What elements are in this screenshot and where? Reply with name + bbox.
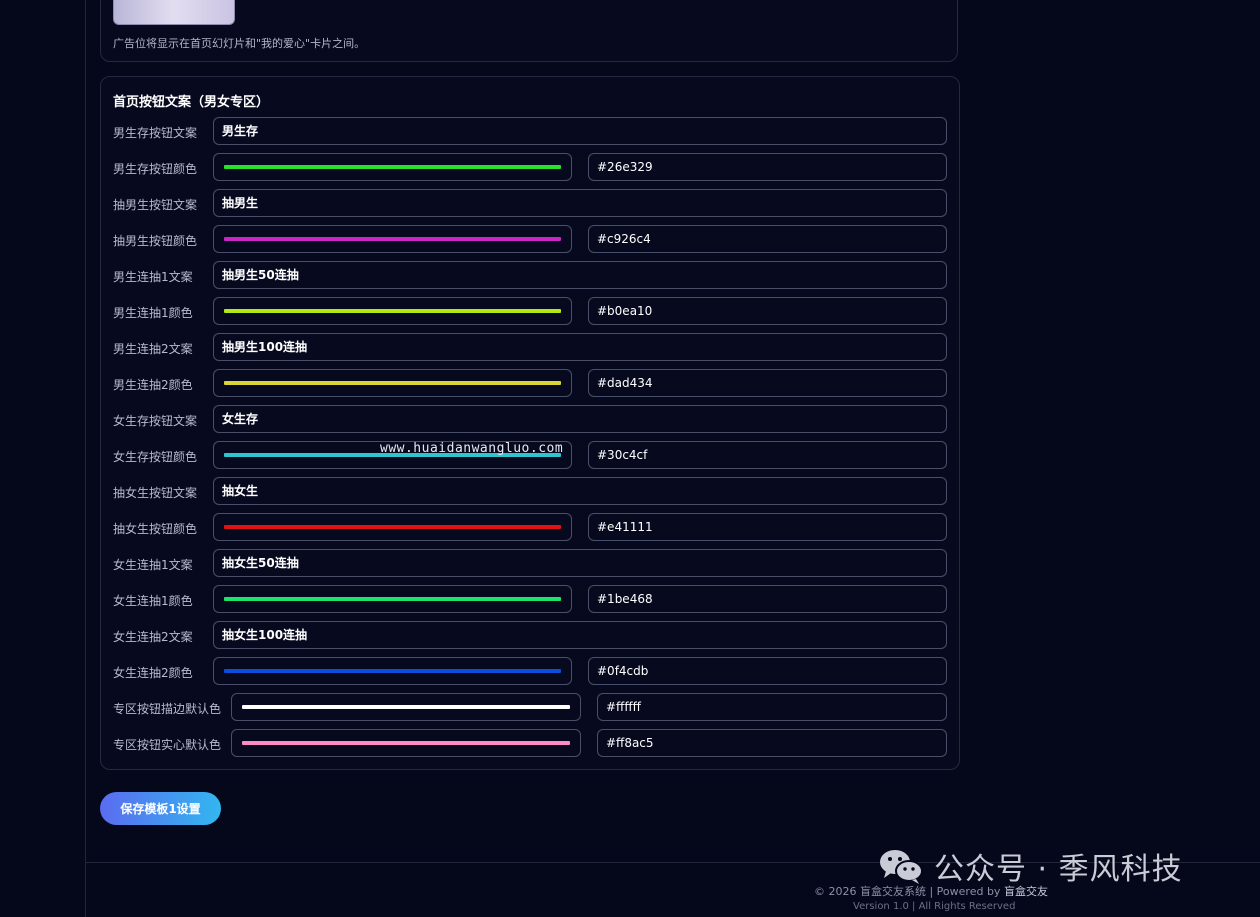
button-text-input[interactable]: 抽女生50连抽 — [213, 549, 947, 577]
color-swatch — [224, 309, 561, 313]
wechat-icon — [878, 846, 924, 886]
color-swatch — [224, 165, 561, 169]
color-picker[interactable] — [213, 585, 572, 613]
button-text-input[interactable]: 抽男生 — [213, 189, 947, 217]
text-setting-row: 女生存按钮文案 女生存 — [113, 405, 947, 433]
button-text-input[interactable]: 男生存 — [213, 117, 947, 145]
color-hex-input[interactable]: #30c4cf — [588, 441, 947, 469]
color-swatch — [224, 453, 561, 457]
setting-label: 专区按钮描边默认色 — [113, 702, 222, 716]
color-swatch — [242, 741, 570, 745]
color-setting-row: 男生存按钮颜色 #26e329 — [113, 153, 947, 181]
ad-image-preview[interactable] — [113, 0, 235, 25]
text-setting-row: 女生连抽2文案 抽女生100连抽 — [113, 621, 947, 649]
setting-label: 专区按钮实心默认色 — [113, 738, 222, 752]
color-picker[interactable] — [213, 369, 572, 397]
color-picker[interactable] — [213, 513, 572, 541]
text-setting-row: 抽女生按钮文案 抽女生 — [113, 477, 947, 505]
color-swatch — [224, 525, 561, 529]
setting-label: 男生连抽1颜色 — [113, 306, 193, 320]
setting-label: 男生存按钮文案 — [113, 126, 198, 140]
color-setting-row: 专区按钮实心默认色 #ff8ac5 — [113, 729, 947, 757]
color-swatch — [224, 381, 561, 385]
setting-label: 抽男生按钮颜色 — [113, 234, 198, 248]
color-swatch — [242, 705, 570, 709]
color-setting-row: 女生存按钮颜色 #30c4cf — [113, 441, 947, 469]
color-picker[interactable] — [213, 225, 572, 253]
color-setting-row: 抽女生按钮颜色 #e41111 — [113, 513, 947, 541]
text-setting-row: 抽男生按钮文案 抽男生 — [113, 189, 947, 217]
wechat-account-name: 公众号 · 季风科技 — [934, 852, 1183, 887]
color-hex-input[interactable]: #ff8ac5 — [597, 729, 947, 757]
setting-label: 女生连抽2文案 — [113, 630, 193, 644]
panel-title: 首页按钮文案（男女专区） — [113, 95, 270, 110]
color-hex-input[interactable]: #e41111 — [588, 513, 947, 541]
button-text-input[interactable]: 抽男生50连抽 — [213, 261, 947, 289]
setting-label: 女生连抽1颜色 — [113, 594, 193, 608]
setting-label: 男生连抽1文案 — [113, 270, 193, 284]
button-text-input[interactable]: 抽男生100连抽 — [213, 333, 947, 361]
setting-label: 男生连抽2文案 — [113, 342, 193, 356]
color-setting-row: 女生连抽2颜色 #0f4cdb — [113, 657, 947, 685]
text-setting-row: 男生连抽2文案 抽男生100连抽 — [113, 333, 947, 361]
wechat-account-badge: 公众号 · 季风科技 — [878, 843, 1183, 889]
text-setting-row: 男生连抽1文案 抽男生50连抽 — [113, 261, 947, 289]
setting-label: 女生连抽1文案 — [113, 558, 193, 572]
color-swatch — [224, 597, 561, 601]
color-hex-input[interactable]: #dad434 — [588, 369, 947, 397]
color-hex-input[interactable]: #0f4cdb — [588, 657, 947, 685]
button-text-input[interactable]: 女生存 — [213, 405, 947, 433]
color-swatch — [224, 237, 561, 241]
setting-label: 抽女生按钮颜色 — [113, 522, 198, 536]
setting-label: 女生存按钮文案 — [113, 414, 198, 428]
color-picker[interactable] — [213, 297, 572, 325]
color-hex-input[interactable]: #c926c4 — [588, 225, 947, 253]
color-picker[interactable] — [231, 693, 581, 721]
sidebar-divider — [85, 0, 86, 917]
color-hex-input[interactable]: #ffffff — [597, 693, 947, 721]
color-swatch — [224, 669, 561, 673]
text-setting-row: 男生存按钮文案 男生存 — [113, 117, 947, 145]
color-picker[interactable] — [213, 153, 572, 181]
save-template-button[interactable]: 保存模板1设置 — [100, 792, 221, 825]
setting-label: 女生存按钮颜色 — [113, 450, 198, 464]
footer-version: Version 1.0 | All Rights Reserved — [853, 901, 1016, 912]
color-hex-input[interactable]: #26e329 — [588, 153, 947, 181]
color-picker[interactable] — [231, 729, 581, 757]
color-setting-row: 抽男生按钮颜色 #c926c4 — [113, 225, 947, 253]
color-setting-row: 男生连抽2颜色 #dad434 — [113, 369, 947, 397]
setting-label: 男生存按钮颜色 — [113, 162, 198, 176]
text-setting-row: 女生连抽1文案 抽女生50连抽 — [113, 549, 947, 577]
button-text-input[interactable]: 抽女生 — [213, 477, 947, 505]
button-text-input[interactable]: 抽女生100连抽 — [213, 621, 947, 649]
ad-placement-note: 广告位将显示在首页幻灯片和"我的爱心"卡片之间。 — [113, 37, 366, 50]
setting-label: 男生连抽2颜色 — [113, 378, 193, 392]
color-setting-row: 男生连抽1颜色 #b0ea10 — [113, 297, 947, 325]
color-picker[interactable] — [213, 657, 572, 685]
color-setting-row: 专区按钮描边默认色 #ffffff — [113, 693, 947, 721]
color-picker[interactable] — [213, 441, 572, 469]
setting-label: 抽男生按钮文案 — [113, 198, 198, 212]
setting-label: 抽女生按钮文案 — [113, 486, 198, 500]
color-setting-row: 女生连抽1颜色 #1be468 — [113, 585, 947, 613]
setting-label: 女生连抽2颜色 — [113, 666, 193, 680]
color-hex-input[interactable]: #b0ea10 — [588, 297, 947, 325]
color-hex-input[interactable]: #1be468 — [588, 585, 947, 613]
